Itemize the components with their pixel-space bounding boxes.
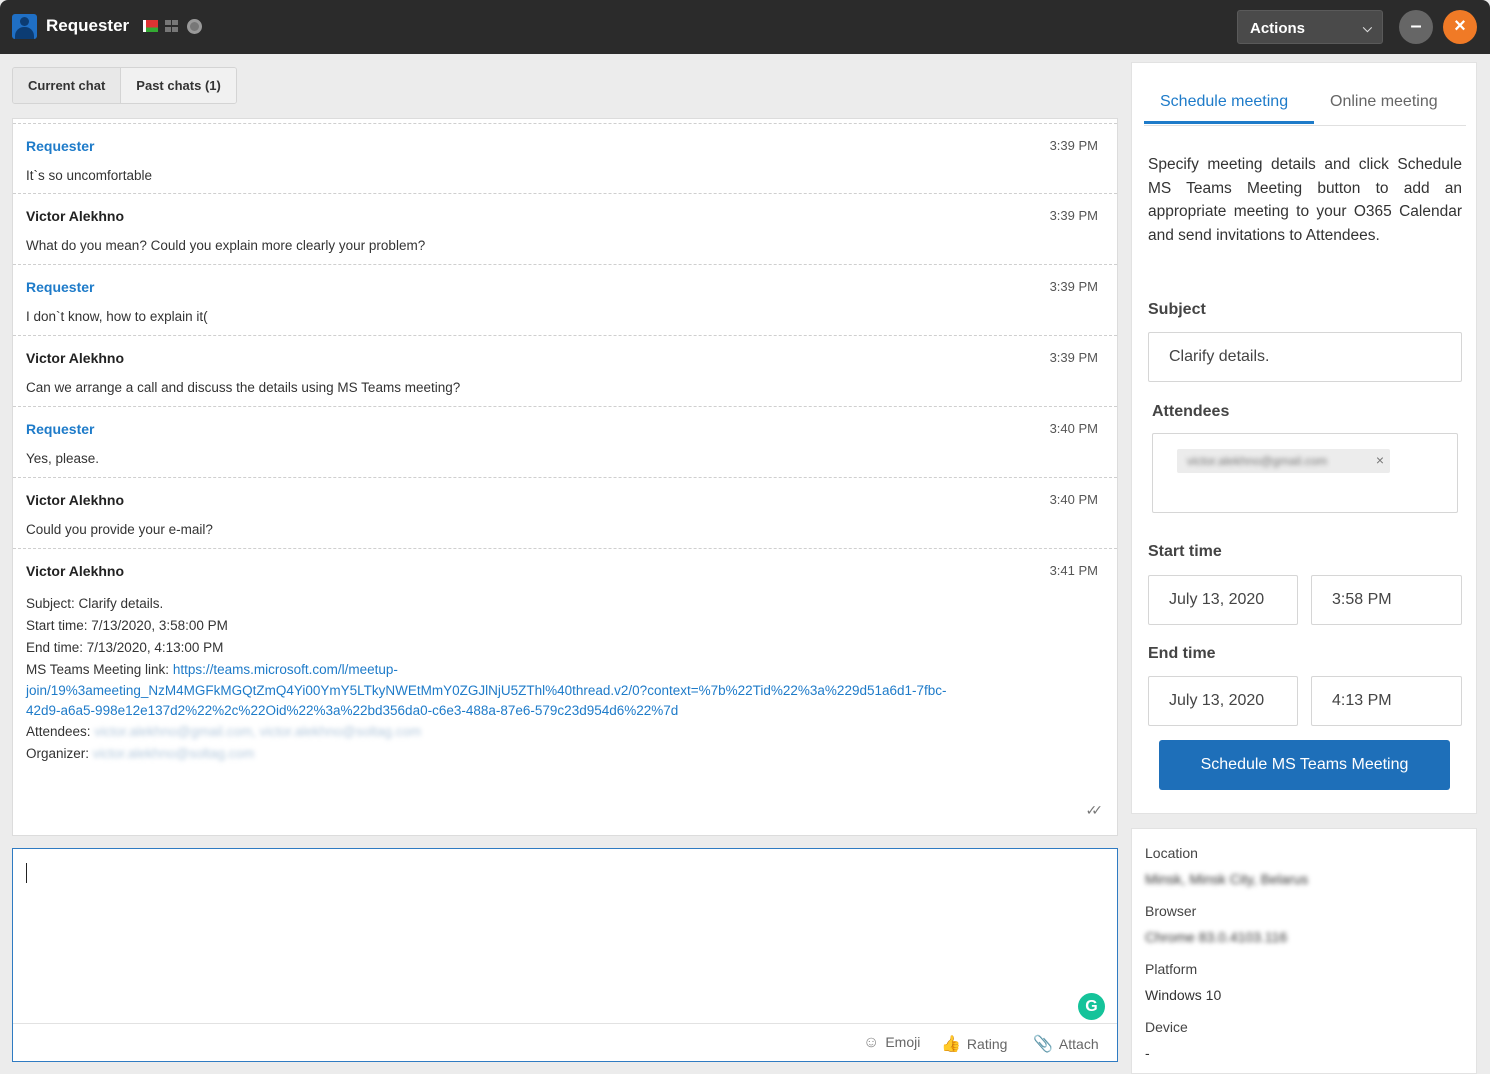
message-time: 3:41 PM (1049, 563, 1098, 578)
chat-message: Victor Alekhno 3:40 PM Could you provide… (13, 478, 1117, 549)
meeting-link-cont[interactable]: 42d9-a6a5-998e12e137d2%22%2c%22Oid%22%3a… (26, 701, 1036, 721)
message-time: 3:39 PM (1049, 208, 1098, 223)
message-text: It`s so uncomfortable (26, 168, 153, 183)
close-button[interactable]: × (1443, 10, 1477, 44)
meeting-subject: Subject: Clarify details. (26, 596, 164, 611)
message-author: Requester (26, 421, 95, 437)
minimize-button[interactable]: – (1399, 10, 1433, 44)
organizer-label: Organizer: (26, 746, 93, 761)
message-text: Can we arrange a call and discuss the de… (26, 380, 461, 395)
tab-current-chat[interactable]: Current chat (13, 68, 121, 103)
location-label: Location (1145, 845, 1198, 861)
active-tab-indicator (1144, 121, 1314, 124)
meeting-panel: Schedule meeting Online meeting Specify … (1131, 62, 1477, 814)
actions-dropdown[interactable]: Actions ⌵ (1237, 10, 1383, 44)
message-text: Could you provide your e-mail? (26, 522, 213, 537)
attendees-input[interactable]: victor.alekhno@gmail.com × (1152, 433, 1458, 513)
message-time: 3:40 PM (1049, 492, 1098, 507)
subject-input[interactable]: Clarify details. (1148, 332, 1462, 382)
grammarly-icon[interactable]: G (1078, 993, 1105, 1020)
chat-message: Requester 3:39 PM I don`t know, how to e… (13, 265, 1117, 336)
attach-button[interactable]: 📎 Attach (1033, 1034, 1099, 1054)
chat-message: Requester 3:39 PM It`s so uncomfortable (13, 123, 1117, 194)
browser-label: Browser (1145, 903, 1197, 919)
visitor-info-panel: Location Minsk, Minsk City, Belarus Brow… (1131, 828, 1477, 1074)
attendee-email: victor.alekhno@gmail.com (1187, 454, 1328, 468)
chrome-icon (187, 19, 202, 34)
end-date-input[interactable]: July 13, 2020 (1148, 676, 1298, 726)
chat-message: Victor Alekhno 3:39 PM Can we arrange a … (13, 336, 1117, 407)
text-caret (26, 863, 27, 883)
rating-button[interactable]: 👍 Rating (941, 1034, 1007, 1054)
meeting-organizer-row: Organizer: victor.alekhno@soltag.com (26, 743, 1036, 765)
smiley-icon: ☺ (863, 1034, 880, 1051)
compose-toolbar: ☺ Emoji 👍 Rating 📎 Attach (13, 1023, 1117, 1061)
chat-message: Requester 3:40 PM Yes, please. (13, 407, 1117, 478)
meeting-link[interactable]: https://teams.microsoft.com/l/meetup- (173, 662, 398, 677)
attendees-label: Attendees (1152, 403, 1230, 420)
location-value: Minsk, Minsk City, Belarus (1145, 871, 1309, 887)
attendees-label: Attendees: (26, 724, 95, 739)
attendee-chip: victor.alekhno@gmail.com × (1177, 449, 1390, 473)
user-icon (12, 14, 37, 39)
schedule-meeting-button[interactable]: Schedule MS Teams Meeting (1159, 740, 1450, 790)
windows-icon (165, 20, 179, 33)
start-time-input[interactable]: 3:58 PM (1311, 575, 1462, 625)
device-label: Device (1145, 1019, 1188, 1035)
end-time-label: End time (1148, 645, 1216, 662)
message-author: Requester (26, 138, 95, 154)
message-input[interactable]: G ☺ Emoji 👍 Rating 📎 Attach (12, 848, 1118, 1062)
browser-value: Chrome 83.0.4103.116 (1145, 929, 1288, 945)
emoji-button[interactable]: ☺ Emoji (863, 1034, 920, 1052)
device-value: - (1145, 1045, 1150, 1061)
window-title: Requester (46, 16, 130, 35)
chevron-down-icon: ⌵ (1362, 21, 1372, 35)
meeting-details: Subject: Clarify details. Start time: 7/… (26, 593, 1036, 765)
tab-online-meeting[interactable]: Online meeting (1330, 93, 1438, 111)
chat-tabs: Current chat Past chats (1) (12, 67, 237, 104)
message-time: 3:39 PM (1049, 279, 1098, 294)
paperclip-icon: 📎 (1033, 1036, 1053, 1053)
tab-schedule-meeting[interactable]: Schedule meeting (1160, 93, 1288, 111)
tab-divider (1144, 125, 1466, 126)
belarus-flag-icon (143, 20, 158, 32)
start-date-input[interactable]: July 13, 2020 (1148, 575, 1298, 625)
meeting-description: Specify meeting details and click Schedu… (1148, 156, 1462, 244)
chat-message: Victor Alekhno 3:39 PM What do you mean?… (13, 194, 1117, 265)
start-time-label: Start time (1148, 543, 1222, 560)
platform-value: Windows 10 (1145, 987, 1222, 1003)
message-time: 3:39 PM (1049, 350, 1098, 365)
platform-label: Platform (1145, 961, 1198, 977)
tab-past-chats[interactable]: Past chats (1) (120, 68, 236, 103)
message-author: Victor Alekhno (26, 350, 125, 366)
chat-history[interactable]: Requester 3:39 PM It`s so uncomfortable … (12, 118, 1118, 836)
attendees-value[interactable]: victor.alekhno@gmail.com, victor.alekhno… (94, 724, 421, 739)
meeting-message: Victor Alekhno 3:41 PM Subject: Clarify … (13, 549, 1117, 835)
meeting-start: Start time: 7/13/2020, 3:58:00 PM (26, 618, 228, 633)
thumbs-up-icon: 👍 (941, 1036, 961, 1053)
organizer-value[interactable]: victor.alekhno@soltag.com (93, 746, 255, 761)
message-text: I don`t know, how to explain it( (26, 309, 208, 324)
message-author: Requester (26, 279, 95, 295)
message-time: 3:40 PM (1049, 421, 1098, 436)
read-check-icon: ✓✓ (1085, 802, 1104, 818)
subject-label: Subject (1148, 301, 1206, 318)
message-author: Victor Alekhno (26, 208, 125, 224)
meeting-link-label: MS Teams Meeting link: (26, 662, 173, 677)
meeting-link-cont[interactable]: join/19%3ameeting_NzM4MGFkMGQtZmQ4Yi00Ym… (26, 681, 1036, 701)
message-author: Victor Alekhno (26, 492, 125, 508)
message-time: 3:39 PM (1049, 138, 1098, 153)
message-text: What do you mean? Could you explain more… (26, 238, 426, 253)
actions-label: Actions (1250, 20, 1306, 37)
end-time-input[interactable]: 4:13 PM (1311, 676, 1462, 726)
meeting-link-row: MS Teams Meeting link: https://teams.mic… (26, 659, 1036, 681)
meeting-attendees-row: Attendees: victor.alekhno@gmail.com, vic… (26, 721, 1036, 743)
message-author: Victor Alekhno (26, 563, 125, 579)
close-icon[interactable]: × (1376, 452, 1384, 468)
title-bar: Requester Actions ⌵ – × (0, 0, 1490, 54)
message-text: Yes, please. (26, 451, 100, 466)
meeting-end: End time: 7/13/2020, 4:13:00 PM (26, 640, 224, 655)
